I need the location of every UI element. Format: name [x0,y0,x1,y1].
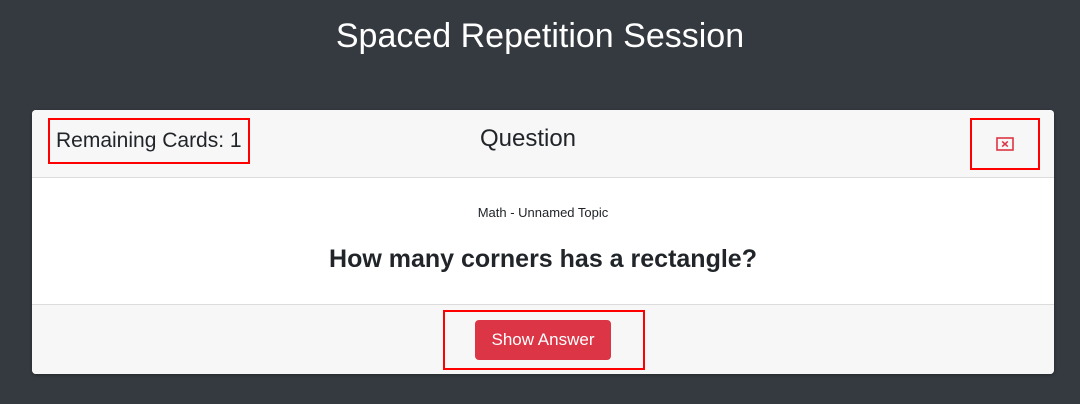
card-header: Remaining Cards: 1 Question [32,110,1054,178]
close-session-button[interactable] [970,118,1040,170]
close-square-icon [996,137,1014,151]
card-footer: Show Answer [32,304,1054,374]
flashcard: Remaining Cards: 1 Question Math - Unnam… [32,110,1054,374]
topic-label: Math - Unnamed Topic [477,205,609,220]
show-answer-button[interactable]: Show Answer [475,320,611,360]
card-header-title: Question [479,125,577,152]
question-text: How many corners has a rectangle? [329,245,757,273]
page-title: Spaced Repetition Session [335,17,745,55]
card-body: Math - Unnamed Topic How many corners ha… [32,178,1054,304]
